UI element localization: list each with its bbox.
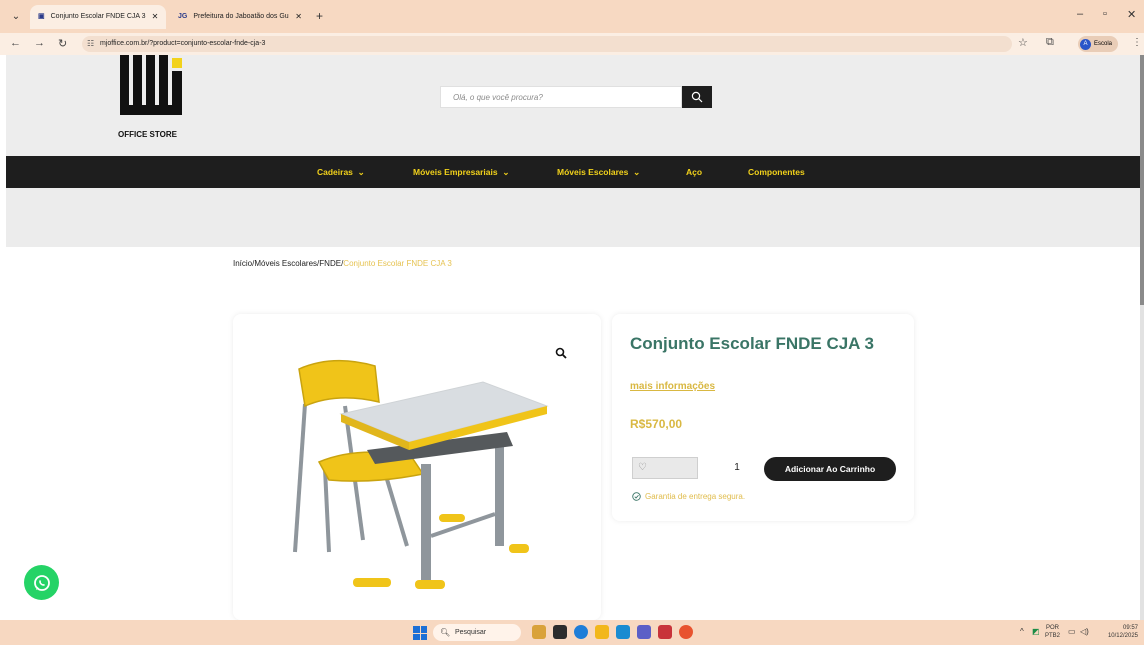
reload-icon[interactable]: ↻ — [58, 37, 67, 50]
wishlist-button[interactable]: ♡ — [632, 457, 698, 479]
edge-browser-icon[interactable] — [574, 625, 588, 639]
quantity-input[interactable]: 1 — [712, 457, 762, 479]
jg-favicon-icon: JG — [178, 13, 188, 20]
chevron-down-icon: ⌄ — [630, 167, 641, 177]
tab-title: Prefeitura do Jaboatão dos Gu — [193, 13, 289, 20]
nav-item-label: Componentes — [748, 167, 805, 177]
logo-text: OFFICE STORE — [118, 130, 177, 139]
zoom-icon — [555, 347, 567, 359]
nav-item-moveis-empresariais[interactable]: Móveis Empresariais ⌄ — [413, 156, 509, 188]
chevron-down-icon: ⌄ — [355, 167, 365, 177]
language-code: POR — [1046, 625, 1060, 631]
tray-chevron-up-icon[interactable]: ^ — [1020, 627, 1024, 636]
new-tab-icon[interactable]: + — [316, 9, 323, 23]
nav-item-label: Móveis Empresariais — [413, 167, 498, 177]
nav-item-aco[interactable]: Aço — [686, 156, 702, 188]
breadcrumb-item-moveis-escolares[interactable]: Móveis Escolares — [254, 259, 317, 268]
clock-date: 10/12/2025 — [1107, 633, 1138, 639]
heart-icon: ♡ — [638, 462, 647, 473]
file-explorer-icon[interactable] — [595, 625, 609, 639]
product-info-card: Conjunto Escolar FNDE CJA 3 mais informa… — [612, 314, 914, 521]
profile-button[interactable]: A Escola — [1078, 36, 1119, 52]
tab-search-chevron-icon[interactable]: ⌄ — [8, 9, 24, 25]
page-favicon-icon: ▣ — [38, 13, 45, 20]
tab-title: Conjunto Escolar FNDE CJA 3 — [50, 13, 146, 20]
guarantee-note: Garantia de entrega segura. — [632, 492, 745, 501]
product-price: R$570,00 — [630, 417, 683, 431]
back-icon[interactable]: ← — [10, 37, 21, 49]
extensions-icon[interactable]: ⧉ — [1046, 36, 1054, 49]
more-info-link[interactable]: mais informações — [630, 381, 715, 392]
network-icon[interactable]: ▭ — [1068, 627, 1076, 636]
check-circle-icon — [632, 492, 641, 501]
add-to-cart-button[interactable]: Adicionar Ao Carrinho — [764, 457, 896, 481]
os-taskbar: 🔍︎ Pesquisar ^ ◩ POR PTB2 ▭ ◁) 09:57 10/… — [0, 620, 1144, 645]
forward-icon[interactable]: → — [34, 37, 45, 49]
url-text: mjoffice.com.br/?product=conjunto-escola… — [100, 40, 266, 47]
tray-app-icon[interactable]: ◩ — [1032, 627, 1040, 636]
page-banner — [6, 188, 1140, 247]
breadcrumb-item-inicio[interactable]: Início — [233, 259, 252, 268]
window-close-icon[interactable]: ✕ — [1127, 8, 1136, 21]
app-icon[interactable] — [658, 625, 672, 639]
minimize-icon[interactable]: – — [1077, 8, 1083, 20]
nav-item-label: Móveis Escolares — [557, 167, 629, 177]
volume-icon[interactable]: ◁) — [1080, 627, 1089, 636]
clock-time: 09:57 — [1122, 625, 1138, 631]
nav-item-label: Aço — [686, 167, 703, 177]
breadcrumb: Início/Móveis Escolares/FNDE/Conjunto Es… — [233, 259, 452, 268]
address-toolbar: ← → ↻ ☷ mjoffice.com.br/?product=conjunt… — [0, 33, 1144, 55]
language-indicator[interactable]: POR PTB2 — [1045, 624, 1060, 640]
nav-item-componentes[interactable]: Componentes — [748, 156, 805, 188]
guarantee-text: Garantia de entrega segura. — [645, 492, 746, 501]
whatsapp-button[interactable] — [24, 565, 59, 600]
outlook-icon[interactable] — [616, 625, 630, 639]
tab-prefeitura[interactable]: JG Prefeitura do Jaboatão dos Gu ✕ — [170, 5, 310, 29]
search-button[interactable] — [682, 86, 712, 108]
browser-menu-icon[interactable]: ⋮ — [1132, 37, 1142, 48]
taskbar-search-label: Pesquisar — [455, 629, 487, 636]
product-title: Conjunto Escolar FNDE CJA 3 — [630, 334, 875, 353]
nav-item-moveis-escolares[interactable]: Móveis Escolares ⌄ — [557, 156, 640, 188]
main-nav: Cadeiras ⌄ Móveis Empresariais ⌄ Móveis … — [6, 156, 1140, 188]
bookmark-star-icon[interactable]: ☆ — [1018, 36, 1028, 49]
restore-icon[interactable]: ▫ — [1103, 8, 1107, 20]
tab-close-icon[interactable]: ✕ — [152, 5, 159, 29]
teams-icon[interactable] — [637, 625, 651, 639]
page-scrollbar[interactable] — [1140, 55, 1144, 620]
search-icon — [691, 91, 703, 103]
nav-item-cadeiras[interactable]: Cadeiras ⌄ — [317, 156, 365, 188]
tab-close-icon[interactable]: ✕ — [295, 5, 302, 29]
logo-yellow-square — [172, 58, 182, 68]
site-logo[interactable]: OFFICE STORE — [118, 55, 192, 141]
keyboard-layout: PTB2 — [1045, 633, 1061, 639]
site-info-icon[interactable]: ☷ — [87, 36, 94, 52]
whatsapp-icon — [33, 574, 50, 591]
product-image-card — [233, 314, 601, 620]
site-header: OFFICE STORE Olá, o que você procura? — [6, 55, 1140, 156]
nav-item-label: Cadeiras — [317, 167, 353, 177]
task-view-icon[interactable] — [553, 625, 567, 639]
url-field[interactable]: ☷ mjoffice.com.br/?product=conjunto-esco… — [82, 36, 1012, 52]
profile-label: Escola — [1094, 41, 1113, 47]
search-input[interactable]: Olá, o que você procura? — [440, 86, 682, 108]
avatar: A — [1080, 38, 1091, 50]
taskbar-search[interactable]: 🔍︎ Pesquisar — [433, 624, 521, 641]
scrollbar-thumb[interactable] — [1140, 55, 1144, 305]
product-image[interactable] — [233, 314, 601, 620]
taskbar-clock[interactable]: 09:57 10/12/2025 — [1098, 624, 1138, 640]
chevron-down-icon: ⌄ — [499, 167, 510, 177]
chrome-icon[interactable] — [679, 625, 693, 639]
zoom-magnifier-button[interactable] — [555, 346, 567, 364]
browser-tab-bar: ⌄ ▣ Conjunto Escolar FNDE CJA 3 ✕ JG Pre… — [0, 0, 1144, 33]
widgets-icon[interactable] — [532, 625, 546, 639]
breadcrumb-current: Conjunto Escolar FNDE CJA 3 — [343, 259, 452, 268]
windows-start-icon[interactable] — [413, 626, 427, 640]
tab-product[interactable]: ▣ Conjunto Escolar FNDE CJA 3 ✕ — [30, 5, 166, 29]
search-icon: 🔍︎ — [440, 628, 451, 637]
breadcrumb-item-fnde[interactable]: FNDE — [319, 259, 341, 268]
